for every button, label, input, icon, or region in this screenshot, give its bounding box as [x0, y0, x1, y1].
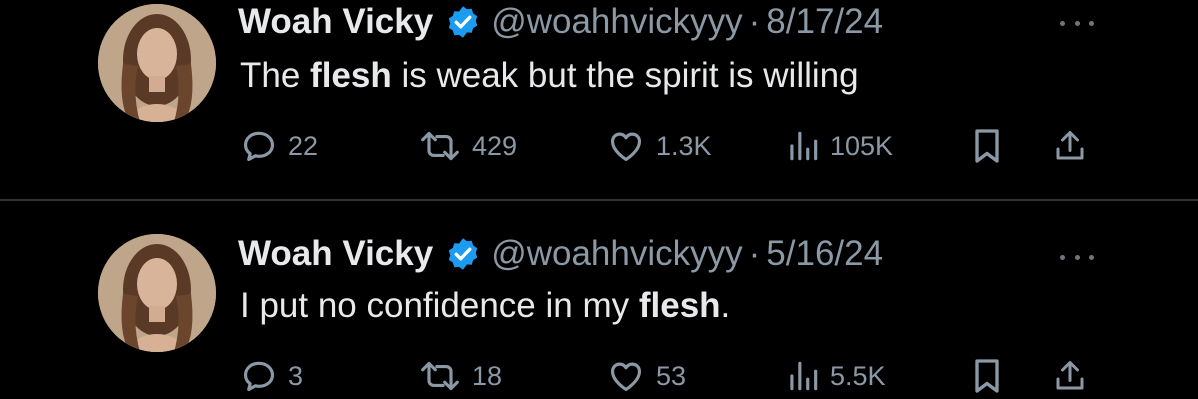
- tweet-text-part: I put no confidence in my: [240, 286, 639, 325]
- display-name[interactable]: Woah Vicky: [238, 0, 433, 44]
- like-icon: [610, 362, 642, 392]
- views-button[interactable]: 5.5K: [786, 356, 886, 396]
- share-button[interactable]: [1052, 126, 1088, 166]
- tweet-text: The flesh is weak but the spirit is will…: [240, 54, 859, 98]
- tweet-feed: Woah Vicky @woahhvickyyy · 8/17/24 The f…: [0, 0, 1198, 399]
- reply-icon: [243, 361, 275, 392]
- bookmark-icon: [975, 129, 999, 163]
- views-count: 105K: [830, 130, 894, 161]
- views-count: 5.5K: [830, 360, 886, 391]
- reply-count: 3: [288, 360, 304, 391]
- retweet-icon: [421, 361, 459, 391]
- bookmark-button[interactable]: [970, 126, 1004, 166]
- like-count: 53: [656, 360, 687, 391]
- share-button[interactable]: [1052, 356, 1088, 396]
- tweet-text-part: .: [720, 286, 731, 325]
- bookmark-button[interactable]: [970, 356, 1004, 396]
- tweet-text-bold: flesh: [310, 56, 392, 95]
- display-name[interactable]: Woah Vicky: [238, 232, 433, 276]
- bookmark-icon: [975, 359, 999, 393]
- tweet-text-part: The: [240, 56, 311, 95]
- views-icon: [790, 361, 818, 391]
- tweet-date[interactable]: 5/16/24: [766, 232, 883, 276]
- reply-button[interactable]: 3: [240, 356, 303, 396]
- reply-count: 22: [288, 130, 319, 161]
- share-icon: [1056, 361, 1084, 390]
- handle[interactable]: @woahhvickyyy: [491, 232, 742, 276]
- avatar[interactable]: [98, 234, 216, 352]
- like-button[interactable]: 53: [606, 356, 686, 396]
- tweet[interactable]: Woah Vicky @woahhvickyyy · 8/17/24 The f…: [0, 0, 1198, 200]
- avatar[interactable]: [98, 4, 216, 122]
- tweet-date[interactable]: 8/17/24: [766, 0, 883, 44]
- retweet-button[interactable]: 18: [418, 356, 502, 396]
- like-button[interactable]: 1.3K: [606, 126, 712, 166]
- retweet-count: 429: [472, 130, 518, 161]
- retweet-count: 18: [472, 360, 503, 391]
- verified-badge-icon: [445, 4, 481, 40]
- like-count: 1.3K: [656, 130, 712, 161]
- separator-dot: ·: [748, 234, 761, 273]
- like-icon: [610, 132, 642, 162]
- handle[interactable]: @woahhvickyyy: [491, 0, 742, 44]
- share-icon: [1056, 131, 1084, 160]
- tweet-text-bold: flesh: [638, 286, 721, 325]
- tweet-text: I put no confidence in my flesh.: [240, 284, 730, 328]
- separator-dot: ·: [748, 2, 761, 41]
- tweet-header: Woah Vicky @woahhvickyyy · 8/17/24: [238, 0, 883, 44]
- action-bar: 3 18 53 5.5K: [0, 356, 1198, 396]
- verified-badge-icon: [445, 236, 481, 272]
- reply-button[interactable]: 22: [240, 126, 318, 166]
- tweet[interactable]: Woah Vicky @woahhvickyyy · 5/16/24 I put…: [0, 200, 1198, 399]
- views-icon: [790, 131, 818, 161]
- reply-icon: [243, 131, 275, 162]
- more-icon[interactable]: [1060, 16, 1094, 30]
- retweet-button[interactable]: 429: [418, 126, 517, 166]
- action-bar: 22 429 1.3K 105K: [0, 126, 1198, 166]
- tweet-text-part: is weak but the spirit is willing: [391, 56, 859, 95]
- views-button[interactable]: 105K: [786, 126, 893, 166]
- tweet-header: Woah Vicky @woahhvickyyy · 5/16/24: [238, 232, 883, 276]
- retweet-icon: [421, 131, 459, 161]
- more-icon[interactable]: [1060, 250, 1094, 264]
